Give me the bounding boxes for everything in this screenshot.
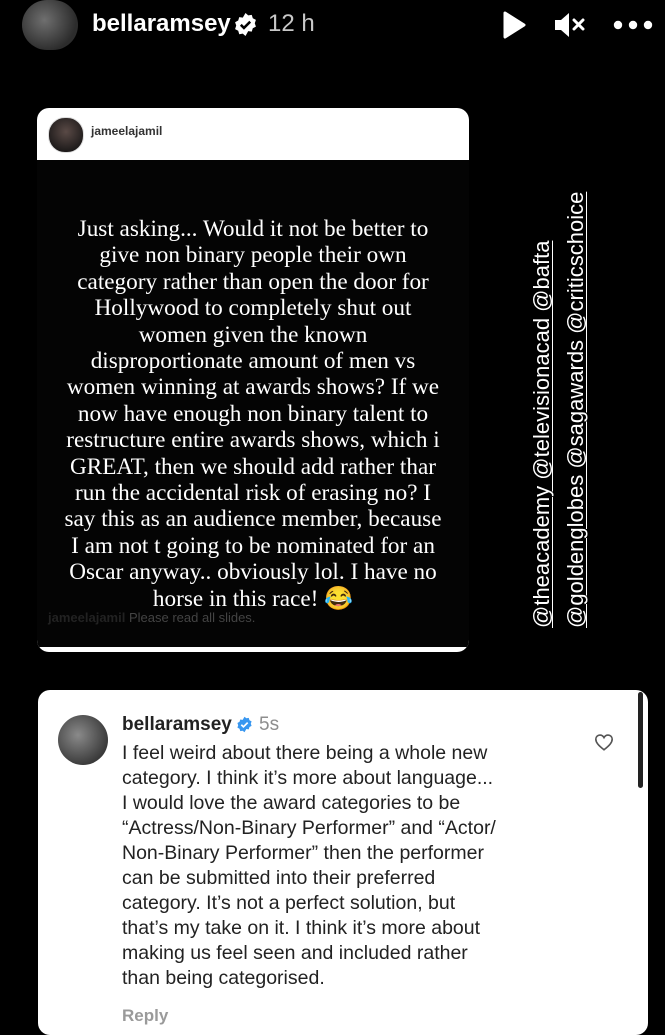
comment-avatar[interactable] xyxy=(58,715,108,765)
post-author-username: jameelajamil xyxy=(91,124,163,138)
post-caption-author: jameelajamil xyxy=(48,610,126,625)
more-icon[interactable] xyxy=(613,20,653,30)
mention-stickers: @theacademy @televisionacad @bafta @gold… xyxy=(525,158,595,628)
reply-comment-card: bellaramsey 5s I feel weird about there … xyxy=(38,690,648,1035)
comment-text: I feel weird about there being a whole n… xyxy=(122,742,496,989)
verified-badge-icon xyxy=(235,13,256,36)
story-header: bellaramsey 12 h xyxy=(0,0,665,54)
story-username[interactable]: bellaramsey xyxy=(92,10,231,38)
post-text: Just asking... Would it not be better to… xyxy=(64,216,442,612)
post-author-avatar xyxy=(48,117,84,153)
heart-icon[interactable] xyxy=(594,733,614,751)
story-timestamp: 12 h xyxy=(268,10,315,37)
play-icon[interactable] xyxy=(502,11,526,39)
comment-username[interactable]: bellaramsey xyxy=(122,714,232,736)
verified-badge-icon xyxy=(237,716,252,733)
mention-line-2[interactable]: @goldenglobes @sagawards @criticschoice xyxy=(559,158,593,628)
post-caption: jameelajamil Please read all slides. xyxy=(48,610,255,625)
post-caption-text: Please read all slides. xyxy=(128,610,256,625)
mute-icon[interactable] xyxy=(553,10,585,40)
scrollbar[interactable] xyxy=(638,692,643,788)
avatar[interactable] xyxy=(22,0,78,50)
reply-button[interactable]: Reply xyxy=(122,1006,168,1026)
mention-line-1[interactable]: @theacademy @televisionacad @bafta xyxy=(525,158,559,628)
comment-timestamp: 5s xyxy=(259,714,280,735)
quoted-post-card[interactable]: jameelajamil Just asking... Would it not… xyxy=(37,108,469,652)
